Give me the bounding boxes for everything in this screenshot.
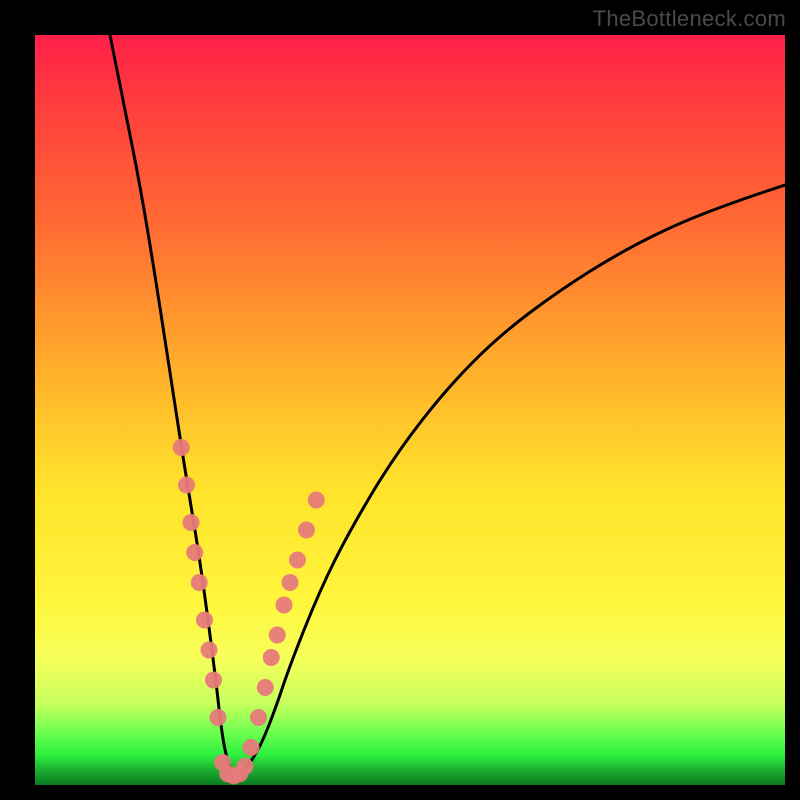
bottleneck-curve xyxy=(110,35,785,776)
chart-frame: TheBottleneck.com xyxy=(0,0,800,800)
highlight-dots xyxy=(173,439,325,785)
watermark-text: TheBottleneck.com xyxy=(593,6,786,32)
plot-area xyxy=(35,35,785,785)
curve-svg xyxy=(35,35,785,785)
